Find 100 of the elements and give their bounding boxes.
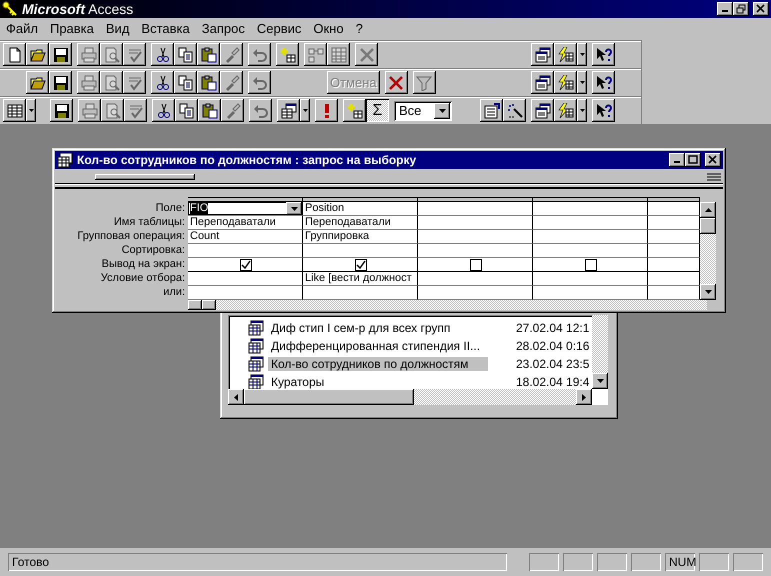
grid-cell[interactable]: [648, 202, 700, 216]
toolbar-button[interactable]: [503, 99, 526, 122]
scroll-thumb[interactable]: [202, 300, 216, 310]
grid-cell[interactable]: Переподаватали: [303, 216, 418, 230]
grid-cell[interactable]: [188, 258, 303, 272]
toolbar-button[interactable]: [531, 71, 554, 94]
grid-cell[interactable]: [648, 272, 700, 286]
query-name[interactable]: Диф стип I сем-р для всех групп: [268, 320, 488, 336]
menu-item[interactable]: ?: [350, 21, 369, 37]
grid-cell[interactable]: [418, 258, 533, 272]
toolbar-button[interactable]: [152, 99, 175, 122]
checkbox[interactable]: [355, 258, 367, 270]
toolbar-button[interactable]: [174, 43, 197, 66]
dropdown-button[interactable]: [577, 71, 587, 94]
grid-cell[interactable]: Группировка: [303, 230, 418, 244]
scroll-arrow-button[interactable]: [592, 373, 608, 389]
toolbar-button[interactable]: [315, 99, 338, 122]
scroll-thumb[interactable]: [244, 389, 414, 405]
grid-cell[interactable]: [648, 244, 700, 258]
close-button[interactable]: [705, 153, 721, 167]
grid-cell[interactable]: [303, 244, 418, 258]
grid-cell[interactable]: FIO: [188, 202, 303, 216]
grid-cell[interactable]: [418, 216, 533, 230]
minimize-button[interactable]: [717, 2, 733, 16]
grid-cell[interactable]: [533, 216, 648, 230]
grid-cell[interactable]: [533, 230, 648, 244]
scroll-bar[interactable]: [592, 315, 608, 389]
query-name[interactable]: Кураторы: [268, 374, 488, 389]
grid-cell[interactable]: Position: [303, 202, 418, 216]
column-selector[interactable]: [418, 197, 533, 202]
grid-cell[interactable]: [533, 272, 648, 286]
scroll-thumb[interactable]: [700, 218, 716, 234]
dropdown-button[interactable]: [286, 202, 302, 215]
query-name[interactable]: Кол-во сотрудников по должностям: [268, 356, 488, 372]
dropdown-button[interactable]: [300, 99, 310, 122]
scroll-thumb[interactable]: [95, 174, 195, 180]
grid-cell[interactable]: [188, 272, 303, 286]
scroll-arrow-button[interactable]: [576, 389, 592, 405]
grid-cell[interactable]: [418, 272, 533, 286]
grid-cell[interactable]: [188, 244, 303, 258]
grid-cell[interactable]: [648, 230, 700, 244]
scroll-arrow-button[interactable]: [700, 202, 716, 218]
grid-cell[interactable]: [188, 286, 303, 300]
grid-cell[interactable]: [533, 202, 648, 216]
grid-cell[interactable]: [303, 258, 418, 272]
toolbar-button[interactable]: [554, 43, 577, 66]
toolbar-button[interactable]: [384, 71, 408, 94]
close-button[interactable]: [753, 2, 769, 16]
minimize-button[interactable]: [669, 153, 685, 167]
grid-cell[interactable]: [533, 244, 648, 258]
scroll-bar[interactable]: [188, 300, 707, 310]
maximize-button[interactable]: [685, 153, 701, 167]
dropdown-button[interactable]: [26, 99, 36, 122]
grid-cell[interactable]: Переподаватали: [188, 216, 303, 230]
toolbar-button[interactable]: [3, 43, 26, 66]
toolbar-button[interactable]: [197, 43, 220, 66]
toolbar-button[interactable]: [276, 43, 299, 66]
grid-cell[interactable]: [648, 286, 700, 300]
toolbar-button[interactable]: [343, 99, 366, 122]
grid-cell[interactable]: [533, 258, 648, 272]
menu-item[interactable]: Вставка: [135, 21, 196, 37]
toolbar-button[interactable]: Σ: [366, 99, 389, 122]
toolbar-button[interactable]: [592, 71, 615, 94]
dropdown-button[interactable]: [434, 102, 450, 118]
checkbox[interactable]: [585, 258, 597, 270]
toolbar-button[interactable]: [480, 99, 503, 122]
toolbar-button[interactable]: [174, 71, 197, 94]
menu-item[interactable]: Окно: [307, 21, 350, 37]
toolbar-button[interactable]: [26, 43, 49, 66]
checkbox[interactable]: [240, 258, 252, 270]
menu-item[interactable]: Сервис: [250, 21, 308, 37]
toolbar-button[interactable]: [554, 99, 577, 122]
scroll-bar[interactable]: [700, 202, 716, 300]
grid-cell[interactable]: [303, 286, 418, 300]
toolbar-button[interactable]: [26, 71, 49, 94]
toolbar-button[interactable]: [554, 71, 577, 94]
column-selector[interactable]: [533, 197, 648, 202]
toolbar-button[interactable]: [592, 43, 615, 66]
column-selector[interactable]: [648, 197, 700, 202]
grid-cell[interactable]: [648, 216, 700, 230]
toolbar-button[interactable]: [49, 71, 72, 94]
toolbar-button[interactable]: [49, 43, 72, 66]
toolbar-button[interactable]: [531, 43, 554, 66]
toolbar-button[interactable]: [175, 99, 198, 122]
menu-item[interactable]: Запрос: [196, 21, 251, 37]
dropdown-button[interactable]: [577, 99, 587, 122]
query-name[interactable]: Дифференцированная стипендия II...: [268, 338, 488, 354]
field-value[interactable]: FIO: [190, 202, 208, 215]
pane-splitter[interactable]: [55, 184, 723, 189]
toolbar-button[interactable]: [592, 99, 615, 122]
toolbar-button[interactable]: [197, 71, 220, 94]
filter-combo[interactable]: Все: [394, 100, 452, 120]
toolbar-button[interactable]: [198, 99, 221, 122]
menu-item[interactable]: Правка: [44, 21, 100, 37]
column-selector[interactable]: [303, 197, 418, 202]
grid-cell[interactable]: Count: [188, 230, 303, 244]
toolbar-button[interactable]: [277, 99, 300, 122]
grid-cell[interactable]: Like [вести должност: [303, 272, 418, 286]
grid-cell[interactable]: [418, 230, 533, 244]
grid-cell[interactable]: [418, 286, 533, 300]
